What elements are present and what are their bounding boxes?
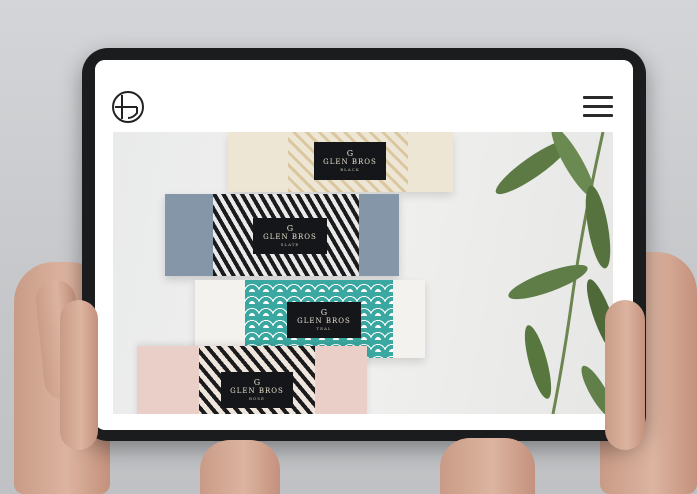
soap-bar-1: G GLEN BROS BLACK bbox=[228, 132, 453, 192]
tablet-screen: G GLEN BROS BLACK G GLEN BROS SLATE G GL… bbox=[95, 60, 633, 430]
soap-label-4: G GLEN BROS ROSE bbox=[221, 372, 293, 408]
olive-branch bbox=[495, 132, 613, 414]
soap-label-3: G GLEN BROS TEAL bbox=[287, 302, 361, 338]
left-lower-fingers bbox=[200, 440, 280, 494]
left-finger-side bbox=[60, 300, 98, 450]
right-finger-side bbox=[605, 300, 645, 450]
soap-bar-2: G GLEN BROS SLATE bbox=[165, 194, 399, 276]
hg-monogram-icon[interactable] bbox=[111, 90, 145, 124]
hamburger-menu-icon[interactable] bbox=[583, 96, 613, 118]
soap-label-2: G GLEN BROS SLATE bbox=[253, 218, 327, 254]
site-header bbox=[95, 60, 633, 130]
hero-product-photo: G GLEN BROS BLACK G GLEN BROS SLATE G GL… bbox=[113, 132, 613, 414]
right-lower-fingers bbox=[440, 438, 535, 494]
soap-bar-4: G GLEN BROS ROSE bbox=[137, 346, 367, 414]
soap-label-1: G GLEN BROS BLACK bbox=[314, 142, 386, 180]
background-scene: G GLEN BROS BLACK G GLEN BROS SLATE G GL… bbox=[0, 0, 697, 494]
